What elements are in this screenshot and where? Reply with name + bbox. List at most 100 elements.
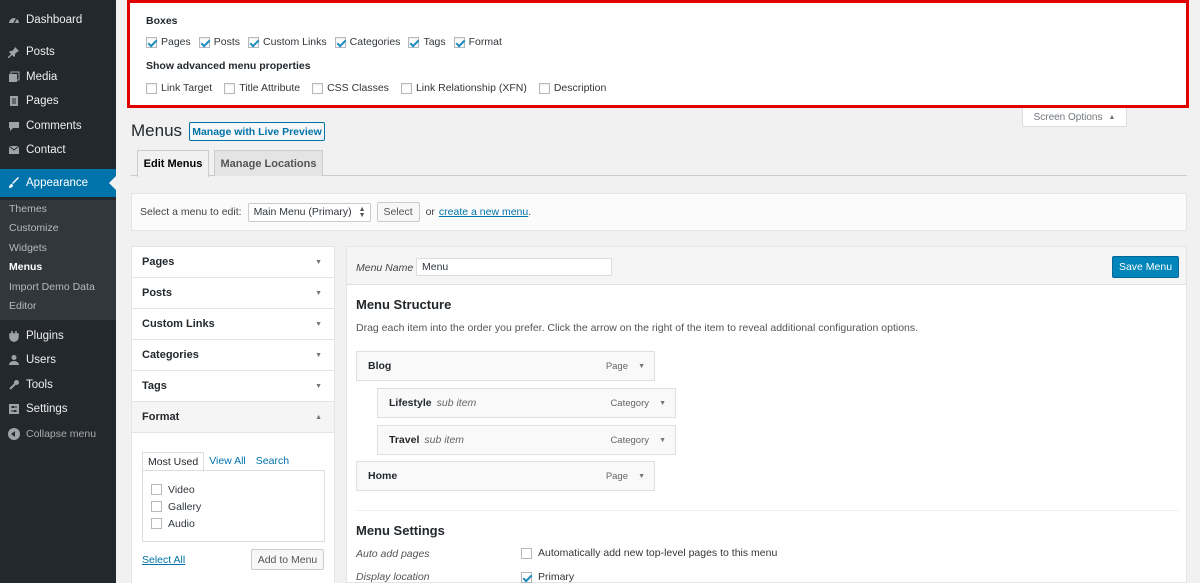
sidebar-item-users[interactable]: Users: [0, 348, 116, 372]
menu-edit-panel: Menu Name Menu Save Menu Menu Structure …: [346, 246, 1187, 583]
menu-item-title: Home: [368, 470, 398, 482]
checkbox[interactable]: [453, 36, 465, 48]
select-all-link[interactable]: Select All: [142, 554, 185, 566]
checkbox[interactable]: [151, 501, 162, 512]
accordion-section-format[interactable]: Format ▲: [132, 402, 334, 433]
submenu-item-editor[interactable]: Editor: [0, 297, 116, 316]
sidebar-item-pages[interactable]: Pages: [0, 89, 116, 113]
adv-option-description[interactable]: Description: [538, 82, 606, 94]
boxes-options: Pages Posts Custom Links Categories Tags…: [146, 36, 510, 48]
section-label: Posts: [142, 287, 172, 299]
submenu-item-menus[interactable]: Menus: [0, 258, 116, 277]
menu-item-title: Lifestyle: [389, 397, 432, 409]
box-option-categories[interactable]: Categories: [334, 36, 400, 48]
screen-options-toggle[interactable]: Screen Options ▲: [1022, 108, 1127, 127]
menu-select-dropdown[interactable]: Main Menu (Primary) ▲ ▼: [247, 202, 371, 222]
sidebar-item-tools[interactable]: Tools: [0, 373, 116, 397]
sidebar-item-dashboard[interactable]: Dashboard: [0, 8, 116, 32]
checkbox[interactable]: [408, 36, 420, 48]
menu-item-subtext: sub item: [424, 434, 465, 446]
box-option-posts[interactable]: Posts: [198, 36, 241, 48]
caret-down-icon[interactable]: ▼: [638, 473, 645, 480]
menu-item-home[interactable]: Home Page ▼: [356, 461, 655, 491]
menu-name-label: Menu Name: [356, 262, 414, 274]
accordion-section-categories[interactable]: Categories ▼: [132, 340, 334, 371]
pages-icon: [7, 94, 21, 108]
adv-option-css-classes[interactable]: CSS Classes: [312, 82, 389, 94]
checkbox[interactable]: [521, 547, 532, 559]
brush-icon: [7, 176, 21, 190]
tab-view-all[interactable]: View All: [204, 452, 251, 472]
item-label: Video: [168, 483, 195, 496]
live-preview-button[interactable]: Manage with Live Preview: [189, 122, 325, 141]
tab-search[interactable]: Search: [251, 452, 294, 472]
mail-icon: [7, 143, 21, 157]
checkbox[interactable]: [248, 36, 260, 48]
menu-structure-title: Menu Structure: [356, 297, 452, 312]
location-primary-option[interactable]: Primary: [521, 571, 574, 583]
plugin-icon: [7, 329, 21, 343]
checkbox[interactable]: [312, 82, 324, 94]
menu-item-blog[interactable]: Blog Page ▼: [356, 351, 655, 381]
sidebar-item-settings[interactable]: Settings: [0, 397, 116, 421]
box-option-tags[interactable]: Tags: [408, 36, 446, 48]
box-option-format[interactable]: Format: [453, 36, 502, 48]
accordion-section-custom-links[interactable]: Custom Links ▼: [132, 309, 334, 340]
section-label: Categories: [142, 349, 199, 361]
caret-up-icon: ▲: [1108, 113, 1116, 121]
adv-option-link-relationship[interactable]: Link Relationship (XFN): [400, 82, 527, 94]
tab-most-used[interactable]: Most Used: [142, 452, 205, 472]
checkbox[interactable]: [224, 82, 236, 94]
sidebar-item-label: Plugins: [26, 330, 64, 342]
checkbox[interactable]: [146, 36, 157, 48]
checkbox[interactable]: [146, 82, 157, 94]
add-to-menu-button[interactable]: Add to Menu: [251, 549, 324, 570]
caret-down-icon[interactable]: ▼: [659, 437, 666, 444]
accordion-section-posts[interactable]: Posts ▼: [132, 278, 334, 309]
section-label: Tags: [142, 380, 167, 392]
checkbox[interactable]: [198, 36, 210, 48]
list-item[interactable]: Audio: [151, 515, 316, 532]
menu-header: Menu Name Menu Save Menu: [347, 247, 1186, 285]
checkbox[interactable]: [334, 36, 346, 48]
screen-options-label: Screen Options: [1033, 111, 1103, 123]
tab-manage-locations[interactable]: Manage Locations: [214, 150, 323, 176]
list-item[interactable]: Video: [151, 481, 316, 498]
checkbox[interactable]: [400, 82, 412, 94]
menu-item-travel[interactable]: Travel sub item Category ▼: [377, 425, 676, 455]
sidebar-item-posts[interactable]: Posts: [0, 40, 116, 64]
caret-down-icon[interactable]: ▼: [638, 363, 645, 370]
checkbox[interactable]: [151, 484, 162, 495]
list-item[interactable]: Gallery: [151, 498, 316, 515]
create-new-menu-link[interactable]: create a new menu: [439, 206, 528, 218]
submenu-item-import-demo-data[interactable]: Import Demo Data: [0, 278, 116, 297]
save-menu-button[interactable]: Save Menu: [1112, 256, 1179, 278]
box-option-custom-links[interactable]: Custom Links: [248, 36, 327, 48]
option-label: Posts: [213, 36, 241, 48]
sidebar-item-contact[interactable]: Contact: [0, 138, 116, 162]
option-label: Tags: [423, 36, 446, 48]
select-menu-button[interactable]: Select: [376, 202, 420, 222]
menu-name-input[interactable]: Menu: [416, 258, 612, 276]
sidebar-item-media[interactable]: Media: [0, 65, 116, 89]
submenu-item-customize[interactable]: Customize: [0, 219, 116, 238]
submenu-item-widgets[interactable]: Widgets: [0, 239, 116, 258]
auto-add-option[interactable]: Automatically add new top-level pages to…: [521, 547, 777, 559]
sidebar-item-comments[interactable]: Comments: [0, 114, 116, 138]
menu-item-lifestyle[interactable]: Lifestyle sub item Category ▼: [377, 388, 676, 418]
checkbox[interactable]: [151, 518, 162, 529]
checkbox[interactable]: [521, 571, 532, 583]
box-option-pages[interactable]: Pages: [146, 36, 191, 48]
format-section-body: Most Used View All Search Video Gallery …: [132, 434, 334, 583]
adv-option-link-target[interactable]: Link Target: [146, 82, 212, 94]
accordion-section-pages[interactable]: Pages ▼: [132, 247, 334, 278]
accordion-section-tags[interactable]: Tags ▼: [132, 371, 334, 402]
checkbox[interactable]: [538, 82, 550, 94]
adv-option-title-attribute[interactable]: Title Attribute: [224, 82, 300, 94]
tab-edit-menus[interactable]: Edit Menus: [137, 150, 209, 177]
sidebar-item-appearance[interactable]: Appearance: [0, 169, 116, 197]
collapse-menu-button[interactable]: Collapse menu: [0, 428, 116, 440]
submenu-item-themes[interactable]: Themes: [0, 200, 116, 219]
caret-down-icon[interactable]: ▼: [659, 400, 666, 407]
sidebar-item-plugins[interactable]: Plugins: [0, 324, 116, 348]
